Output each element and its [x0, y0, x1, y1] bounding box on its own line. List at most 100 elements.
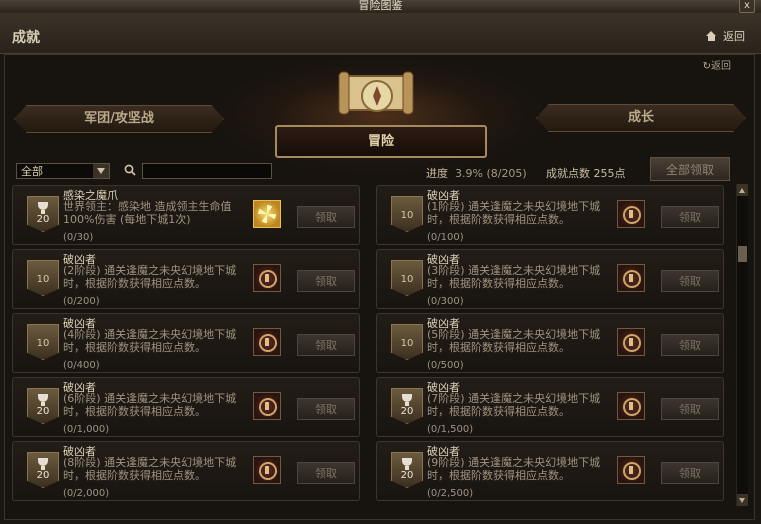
achievement-points-badge: 20: [391, 388, 423, 424]
search-input[interactable]: [142, 163, 272, 179]
achievement-points-badge: 10: [27, 260, 59, 296]
achievement-points-badge: 10: [391, 260, 423, 296]
achievement-points-badge: 20: [27, 388, 59, 424]
achievement-description: (8阶段) 通关逢魔之未央幻境地下城时，根据阶数获得相应点数。: [63, 456, 237, 482]
emblem-reward-icon[interactable]: [617, 328, 645, 356]
emblem-reward-icon[interactable]: [617, 264, 645, 292]
achievement-list: 20 感染之魔爪 世界领主：感染地 造成领主生命值100%伤害 (每地下城1次) (0…: [12, 184, 734, 518]
achievement-description: (3阶段) 通关逢魔之未央幻境地下城时，根据阶数获得相应点数。: [427, 264, 601, 290]
claim-button[interactable]: 领取: [661, 206, 719, 228]
badge-points: 20: [36, 214, 50, 225]
trophy-icon: [38, 394, 48, 406]
achievement-progress: (0/1,000): [63, 424, 110, 435]
achievement-progress: (0/1,500): [427, 424, 474, 435]
header-back-label: 返回: [723, 30, 745, 43]
close-button[interactable]: x: [739, 0, 755, 13]
achievement-card: 10 破凶者 (2阶段) 通关逢魔之未央幻境地下城时，根据阶数获得相应点数。 (0/2…: [12, 249, 360, 309]
badge-points: 10: [400, 274, 414, 285]
gold-star-reward-icon[interactable]: [253, 200, 281, 228]
achievement-progress: (0/2,000): [63, 488, 110, 499]
achievement-description: (5阶段) 通关逢魔之未央幻境地下城时，根据阶数获得相应点数。: [427, 328, 601, 354]
achievement-card: 10 破凶者 (1阶段) 通关逢魔之未央幻境地下城时，根据阶数获得相应点数。 (0/1…: [376, 185, 724, 245]
achievement-progress: (0/30): [63, 232, 94, 243]
achievement-points-badge: 20: [27, 452, 59, 488]
trophy-icon: [402, 394, 412, 406]
achievement-progress: (0/100): [427, 232, 464, 243]
emblem-reward-icon[interactable]: [617, 200, 645, 228]
filter-dropdown[interactable]: 全部: [16, 163, 110, 179]
scroll-down-button[interactable]: [737, 494, 748, 506]
claim-button[interactable]: 领取: [297, 206, 355, 228]
badge-points: 20: [400, 406, 414, 417]
tab-legion[interactable]: 军团/攻坚战: [14, 105, 224, 133]
panel-back-button[interactable]: 返回: [703, 57, 731, 72]
achievement-points: 成就点数 255点: [546, 167, 626, 180]
scroll-compass-icon: [338, 71, 414, 115]
achievement-description: 世界领主：感染地 造成领主生命值100%伤害 (每地下城1次): [63, 200, 232, 226]
achievement-card: 20 破凶者 (6阶段) 通关逢魔之未央幻境地下城时，根据阶数获得相应点数。 (0/1…: [12, 377, 360, 437]
emblem-reward-icon[interactable]: [253, 328, 281, 356]
achievement-description: (9阶段) 通关逢魔之未央幻境地下城时，根据阶数获得相应点数。: [427, 456, 601, 482]
emblem-reward-icon[interactable]: [253, 264, 281, 292]
list-scrollbar[interactable]: [736, 184, 748, 506]
filter-value: 全部: [21, 165, 43, 178]
achievement-progress: (0/2,500): [427, 488, 474, 499]
achievement-description: (4阶段) 通关逢魔之未央幻境地下城时，根据阶数获得相应点数。: [63, 328, 237, 354]
tab-adventure[interactable]: 冒险: [275, 125, 487, 158]
progress-text: 进度 3.9% (8/205): [426, 165, 527, 181]
claim-button[interactable]: 领取: [661, 270, 719, 292]
achievement-card: 20 破凶者 (8阶段) 通关逢魔之未央幻境地下城时，根据阶数获得相应点数。 (0/2…: [12, 441, 360, 501]
achievement-points-badge: 20: [391, 452, 423, 488]
tab-growth[interactable]: 成长: [536, 104, 746, 132]
achievement-description: (7阶段) 通关逢魔之未央幻境地下城时，根据阶数获得相应点数。: [427, 392, 601, 418]
achievement-points-badge: 10: [27, 324, 59, 360]
emblem-reward-icon[interactable]: [253, 392, 281, 420]
achievement-progress: (0/300): [427, 296, 464, 307]
achievement-card: 10 破凶者 (3阶段) 通关逢魔之未央幻境地下城时，根据阶数获得相应点数。 (0/3…: [376, 249, 724, 309]
emblem-reward-icon[interactable]: [253, 456, 281, 484]
home-icon: [706, 31, 717, 41]
scroll-up-button[interactable]: [737, 184, 748, 196]
search-icon: [124, 164, 136, 176]
badge-points: 10: [36, 338, 50, 349]
achievement-progress: (0/200): [63, 296, 100, 307]
achievement-points-badge: 20: [27, 196, 59, 232]
progress-value: 3.9% (8/205): [455, 167, 527, 180]
claim-button[interactable]: 领取: [297, 270, 355, 292]
page-header: 成就 返回: [0, 13, 761, 54]
claim-button[interactable]: 领取: [297, 334, 355, 356]
emblem-reward-icon[interactable]: [617, 392, 645, 420]
achievement-card: 20 破凶者 (7阶段) 通关逢魔之未央幻境地下城时，根据阶数获得相应点数。 (0/1…: [376, 377, 724, 437]
badge-points: 10: [400, 338, 414, 349]
header-back-button[interactable]: 返回: [706, 28, 745, 44]
scroll-thumb[interactable]: [738, 246, 747, 262]
achievement-card: 10 破凶者 (4阶段) 通关逢魔之未央幻境地下城时，根据阶数获得相应点数。 (0/4…: [12, 313, 360, 373]
achievement-progress: (0/500): [427, 360, 464, 371]
claim-button[interactable]: 领取: [661, 334, 719, 356]
claim-button[interactable]: 领取: [297, 398, 355, 420]
badge-points: 10: [36, 274, 50, 285]
claim-button[interactable]: 领取: [661, 398, 719, 420]
achievement-card: 10 破凶者 (5阶段) 通关逢魔之未央幻境地下城时，根据阶数获得相应点数。 (0/5…: [376, 313, 724, 373]
page-title: 成就: [12, 30, 40, 46]
achievement-points-badge: 10: [391, 324, 423, 360]
badge-points: 20: [400, 470, 414, 481]
claim-button[interactable]: 领取: [661, 462, 719, 484]
window-title: 冒险图鉴: [358, 0, 403, 12]
achievement-points-badge: 10: [391, 196, 423, 232]
emblem-reward-icon[interactable]: [617, 456, 645, 484]
badge-points: 20: [36, 406, 50, 417]
achievement-description: (1阶段) 通关逢魔之未央幻境地下城时，根据阶数获得相应点数。: [427, 200, 601, 226]
badge-points: 20: [36, 470, 50, 481]
achievement-description: (6阶段) 通关逢魔之未央幻境地下城时，根据阶数获得相应点数。: [63, 392, 237, 418]
achievement-description: (2阶段) 通关逢魔之未央幻境地下城时，根据阶数获得相应点数。: [63, 264, 237, 290]
achievement-progress: (0/400): [63, 360, 100, 371]
claim-all-button[interactable]: 全部领取: [650, 157, 730, 181]
badge-points: 10: [400, 210, 414, 221]
claim-button[interactable]: 领取: [297, 462, 355, 484]
chevron-down-icon: [93, 164, 109, 178]
achievement-card: 20 感染之魔爪 世界领主：感染地 造成领主生命值100%伤害 (每地下城1次) (0…: [12, 185, 360, 245]
window-titlebar: 冒险图鉴 x: [0, 0, 761, 13]
trophy-icon: [38, 458, 48, 470]
progress-label: 进度: [426, 167, 448, 180]
